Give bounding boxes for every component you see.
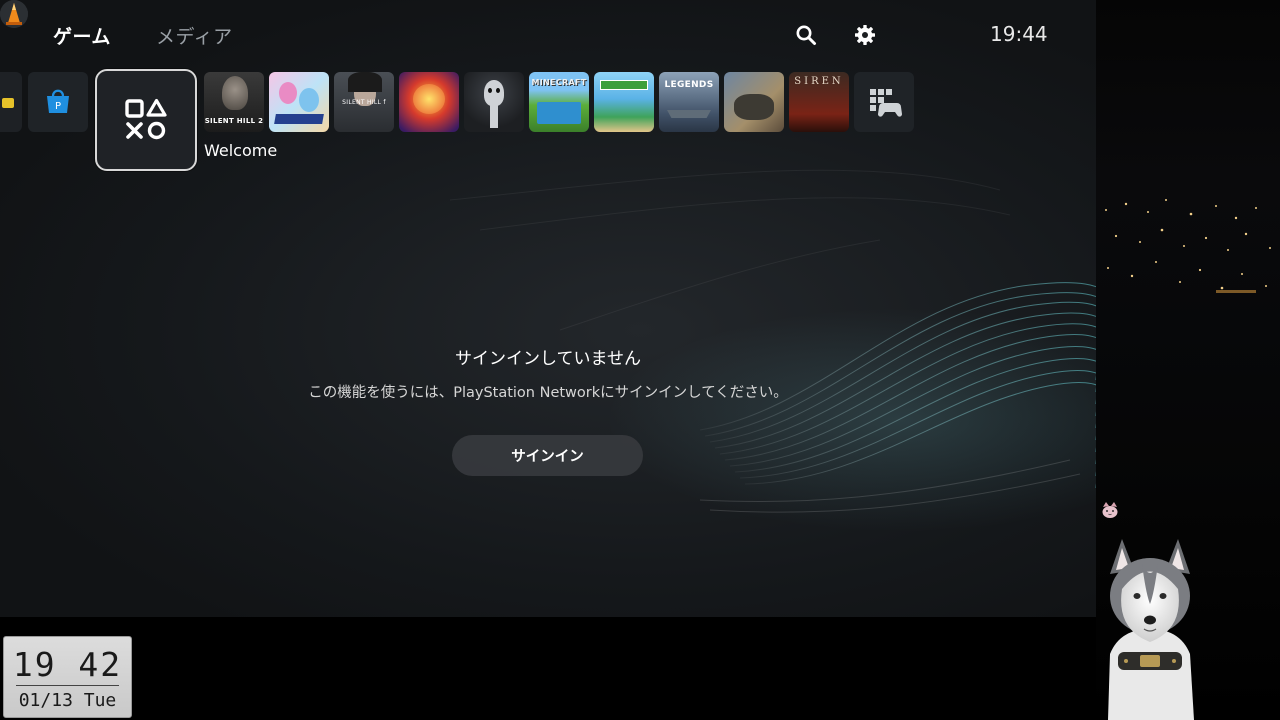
tile-minecraft[interactable]: MINECRAFT <box>529 72 589 132</box>
clock-widget: 19 42 01/13 Tue <box>3 636 132 718</box>
gear-icon[interactable] <box>852 22 878 48</box>
tile-horror-game[interactable] <box>464 72 524 132</box>
tile-anime-game[interactable] <box>269 72 329 132</box>
widget-date: 01/13 Tue <box>18 690 117 711</box>
tab-media[interactable]: メディア <box>156 22 233 49</box>
tile-siren[interactable]: SIREN <box>789 72 849 132</box>
ps5-home-screen: ゲーム メディア 19:44 P Welcome SILENT HILL 2 S… <box>0 0 1096 617</box>
welcome-tile[interactable] <box>95 69 197 171</box>
system-clock: 19:44 <box>990 22 1048 46</box>
tile-one-piece-game[interactable] <box>399 72 459 132</box>
ps-symbols-icon <box>125 98 167 140</box>
tab-games[interactable]: ゲーム <box>53 22 111 49</box>
tile-minecraft-education[interactable] <box>594 72 654 132</box>
tile-monster-hunter[interactable] <box>724 72 784 132</box>
widget-divider <box>16 685 119 686</box>
game-library-icon[interactable] <box>854 72 914 132</box>
cat-face-icon <box>1101 501 1119 519</box>
ps-store-icon[interactable]: P <box>28 72 88 132</box>
widget-time: 19 42 <box>12 645 123 684</box>
sign-in-button[interactable]: サインイン <box>452 435 643 476</box>
message-body: この機能を使うには、PlayStation Networkにサインインしてくださ… <box>308 385 788 401</box>
city-night-lights <box>1105 199 1271 293</box>
focused-tile-label: Welcome <box>204 141 278 160</box>
tile-partial[interactable] <box>0 72 22 132</box>
tile-silent-hill-f[interactable]: SILENT HILL f <box>334 72 394 132</box>
search-icon[interactable] <box>793 22 819 48</box>
tile-world-of-warships-legends[interactable]: LEGENDS <box>659 72 719 132</box>
tile-silent-hill-2[interactable]: SILENT HILL 2 <box>204 72 264 132</box>
svg-text:P: P <box>55 101 61 112</box>
message-title: サインインしていません <box>455 349 641 369</box>
husky-mascot-image <box>1100 534 1200 720</box>
